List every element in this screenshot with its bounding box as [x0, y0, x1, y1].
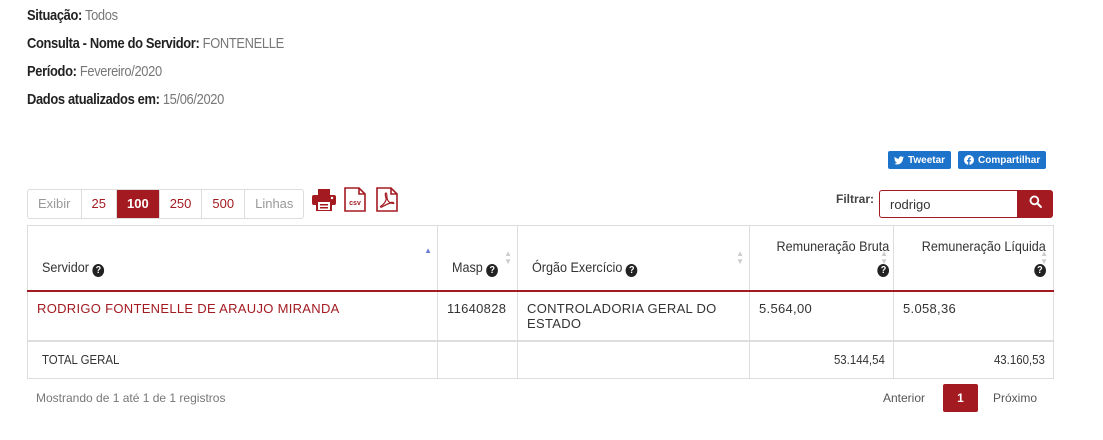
info-nome-servidor: Consulta - Nome do Servidor: FONTENELLE	[27, 35, 284, 52]
info-atualizado: Dados atualizados em: 15/06/2020	[27, 91, 224, 108]
pdf-icon	[376, 187, 398, 217]
facebook-icon	[964, 155, 974, 165]
print-button[interactable]	[312, 188, 336, 216]
total-label: TOTAL GERAL	[27, 340, 438, 379]
query-summary: Situação: Todos Consulta - Nome do Servi…	[27, 4, 326, 116]
help-icon[interactable]: ?	[625, 263, 638, 277]
column-header-servidor[interactable]: Servidor? ▲	[27, 225, 438, 292]
column-header-masp[interactable]: Masp? ▲ ▼	[437, 225, 518, 292]
cell-masp: 11640828	[437, 290, 518, 342]
filter-input[interactable]	[879, 190, 1017, 218]
filter-label: Filtrar:	[836, 192, 875, 206]
length-option-250[interactable]: 250	[160, 190, 203, 218]
cell-remuneracao-liquida: 5.058,36	[893, 290, 1054, 342]
help-icon[interactable]: ?	[486, 263, 499, 277]
total-row: TOTAL GERAL 53.144,54 43.160,53	[27, 340, 1054, 379]
length-option-100[interactable]: 100	[116, 190, 160, 218]
column-header-remuneracao-liquida[interactable]: Remuneração Líquida? ▲ ▼	[893, 225, 1054, 292]
info-periodo: Período: Fevereiro/2020	[27, 63, 162, 80]
facebook-share-button[interactable]: Compartilhar	[958, 151, 1047, 169]
length-suffix: Linhas	[255, 196, 294, 211]
cell-servidor[interactable]: RODRIGO FONTENELLE DE ARAUJO MIRANDA	[27, 290, 438, 342]
info-situacao: Situação: Todos	[27, 7, 118, 24]
column-header-remuneracao-bruta[interactable]: Remuneração Bruta? ▲ ▼	[749, 225, 894, 292]
pagination-next[interactable]: Próximo	[993, 384, 1037, 412]
length-option-500[interactable]: 500	[202, 190, 246, 218]
total-remuneracao-bruta: 53.144,54	[749, 340, 894, 379]
csv-export-button[interactable]: csv	[344, 187, 366, 217]
sort-icon: ▲	[424, 246, 432, 255]
facebook-label: Compartilhar	[978, 154, 1041, 166]
sort-icon: ▲ ▼	[736, 249, 744, 266]
salary-table: Servidor? ▲ Masp? ▲ ▼ Órgão Exercício? ▲ ▼…	[27, 225, 1054, 379]
sort-icon: ▲ ▼	[1040, 249, 1048, 266]
tweet-button[interactable]: Tweetar	[888, 151, 952, 169]
filter-search-button[interactable]	[1017, 190, 1053, 218]
pdf-export-button[interactable]	[376, 187, 398, 217]
print-icon	[312, 188, 336, 216]
tweet-label: Tweetar	[908, 154, 946, 166]
total-remuneracao-liquida: 43.160,53	[893, 340, 1054, 379]
help-icon[interactable]: ?	[92, 263, 105, 277]
twitter-icon	[894, 155, 904, 165]
sort-icon: ▲ ▼	[880, 249, 888, 266]
length-prefix: Exibir	[28, 190, 82, 218]
search-icon	[1029, 195, 1042, 213]
pagination-previous[interactable]: Anterior	[883, 384, 925, 412]
csv-icon-label: csv	[349, 200, 361, 207]
page-length-menu: Exibir 25 100 250 500 Linhas	[27, 189, 305, 219]
cell-orgao: CONTROLADORIA GERAL DO ESTADO	[517, 290, 750, 342]
length-option-25[interactable]: 25	[82, 190, 117, 218]
csv-icon: csv	[344, 187, 366, 217]
sort-icon: ▲ ▼	[504, 249, 512, 266]
table-row: RODRIGO FONTENELLE DE ARAUJO MIRANDA 116…	[27, 290, 1054, 342]
table-info: Mostrando de 1 até 1 de 1 registros	[36, 391, 226, 405]
pagination-page-1[interactable]: 1	[943, 384, 978, 412]
column-header-orgao[interactable]: Órgão Exercício? ▲ ▼	[517, 225, 750, 292]
cell-remuneracao-bruta: 5.564,00	[749, 290, 894, 342]
